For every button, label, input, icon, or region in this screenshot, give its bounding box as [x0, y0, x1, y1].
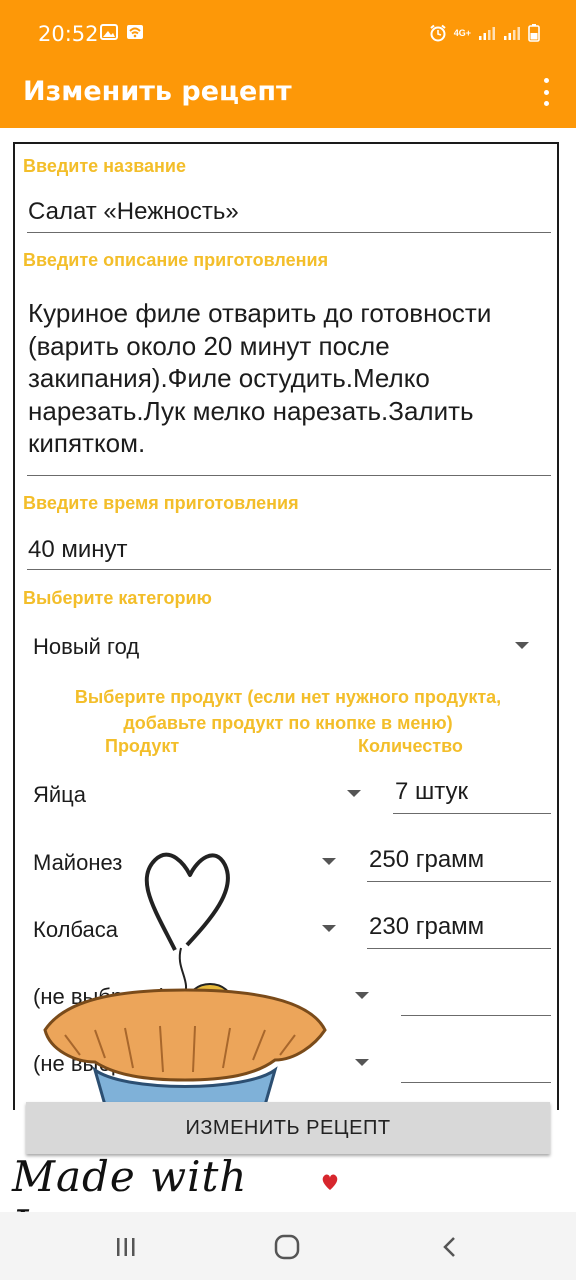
dropdown-arrow-icon [347, 790, 361, 797]
quantity-underline [367, 948, 551, 949]
description-line: нарезать.Лук мелко нарезать.Залить [28, 395, 474, 426]
quantity-underline [393, 813, 551, 814]
pie-heart-decoration [43, 852, 327, 1107]
description-label: Введите описание приготовления [23, 250, 329, 270]
time-label: Введите время приготовления [23, 493, 299, 513]
quantity-underline[interactable] [401, 1015, 551, 1016]
signal-icon [479, 27, 495, 40]
description-line: закипания).Филе остудить.Мелко [28, 363, 430, 393]
name-input-underline [27, 232, 551, 233]
time-input[interactable]: 40 минут [28, 536, 128, 564]
category-label: Выберите категорию [23, 588, 212, 608]
dropdown-arrow-icon [355, 1059, 369, 1066]
home-icon [274, 1234, 300, 1260]
product-hint-line: Выберите продукт (если нет нужного проду… [74, 687, 502, 707]
status-notifications [100, 24, 144, 40]
dropdown-arrow-icon [355, 992, 369, 999]
overflow-menu-icon[interactable] [538, 78, 554, 106]
quantity-underline [367, 881, 551, 882]
time-input-underline [27, 569, 551, 570]
description-line: Куриное филе отварить до готовности [28, 298, 492, 328]
description-input[interactable]: Куриное филе отварить до готовности (вар… [28, 297, 554, 460]
product-hint-line: добавьте продукт по кнопке в меню) [123, 713, 453, 733]
description-underline [27, 475, 551, 476]
description-line: кипятком. [28, 428, 146, 458]
status-system-icons: 4G+ [429, 24, 540, 42]
category-dropdown[interactable]: Новый год [25, 624, 545, 668]
recent-apps-button[interactable] [106, 1232, 146, 1262]
change-recipe-button[interactable]: ИЗМЕНИТЬ РЕЦЕПТ [26, 1102, 550, 1154]
status-time: 20:52 [38, 22, 99, 46]
heart-icon [322, 1174, 338, 1190]
app-bar: Изменить рецепт [0, 66, 576, 128]
product-selected: Яйца [33, 782, 87, 807]
home-button[interactable] [267, 1232, 307, 1262]
product-dropdown[interactable]: Яйца [25, 772, 365, 816]
quantity-input[interactable]: 250 грамм [369, 846, 484, 874]
gallery-notification-icon [100, 24, 118, 40]
product-hint: Выберите продукт (если нет нужного проду… [15, 684, 557, 736]
product-column-header: Продукт [105, 736, 180, 756]
back-button[interactable] [430, 1232, 470, 1262]
status-bar: 20:52 4G+ [0, 0, 576, 66]
app-bar-title: Изменить рецепт [23, 76, 292, 107]
name-input[interactable]: Салат «Нежность» [28, 198, 239, 226]
signal-icon-2 [504, 27, 520, 40]
network-type-label: 4G+ [453, 28, 471, 38]
name-label: Введите название [23, 156, 186, 176]
quantity-underline[interactable] [401, 1082, 551, 1083]
dropdown-arrow-icon [515, 642, 529, 649]
battery-icon [528, 24, 540, 42]
made-with-love-logo: Made with Love [8, 1148, 348, 1250]
description-line: (варить около 20 минут после [28, 330, 390, 361]
wifi-notification-icon [127, 25, 143, 39]
category-selected: Новый год [33, 634, 140, 659]
back-icon [443, 1237, 455, 1257]
quantity-column-header: Количество [358, 736, 463, 756]
alarm-icon [430, 24, 446, 42]
recent-apps-icon [117, 1238, 135, 1256]
quantity-input[interactable]: 230 грамм [369, 913, 484, 941]
quantity-input[interactable]: 7 штук [395, 778, 468, 806]
navigation-bar [0, 1212, 576, 1280]
